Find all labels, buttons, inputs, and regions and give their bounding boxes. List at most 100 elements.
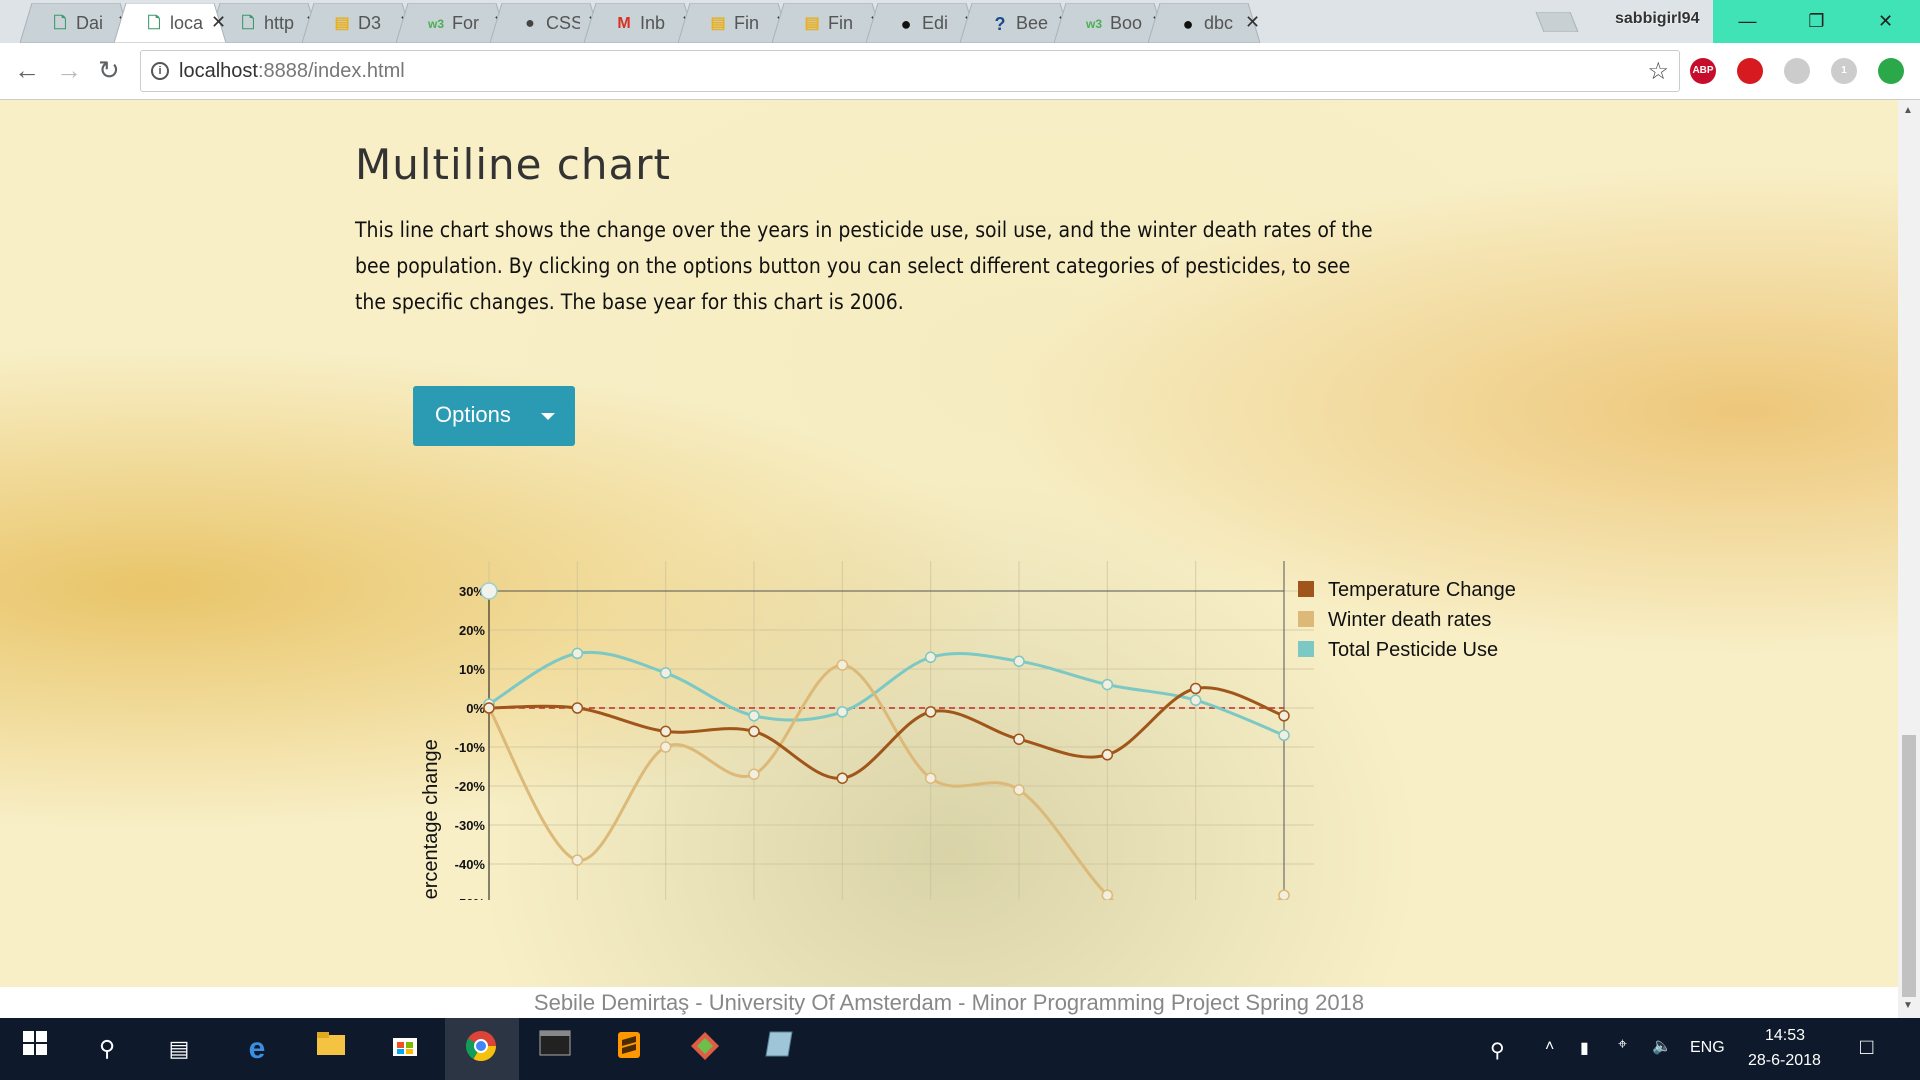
adblock-icon[interactable]: ABP <box>1690 58 1716 84</box>
reload-icon[interactable]: ↻ <box>98 55 120 86</box>
data-point[interactable] <box>748 710 760 722</box>
tab-title: loca <box>170 13 204 33</box>
data-point[interactable] <box>1101 889 1114 901</box>
legend-swatch <box>1298 581 1314 597</box>
notepad-icon[interactable] <box>760 1030 798 1068</box>
data-point[interactable] <box>748 725 760 738</box>
clock-date[interactable]: 28-6-2018 <box>1748 1052 1821 1070</box>
restore-button[interactable]: ❐ <box>1782 0 1851 43</box>
store-icon[interactable] <box>386 1030 424 1068</box>
data-point[interactable] <box>836 659 849 671</box>
y-tick-label: 10% <box>459 662 485 677</box>
forward-icon[interactable]: → <box>56 55 82 86</box>
data-point[interactable] <box>483 702 495 714</box>
caret-down-icon <box>541 413 555 420</box>
highlight-point[interactable] <box>480 582 498 600</box>
options-dropdown-button[interactable]: Options <box>413 386 575 446</box>
chart-description: This line chart shows the change over th… <box>355 218 1373 314</box>
notification-icon[interactable]: 1 <box>1831 58 1857 84</box>
data-point[interactable] <box>1101 749 1114 761</box>
shield-icon[interactable] <box>1737 58 1763 84</box>
data-point[interactable] <box>659 741 672 753</box>
back-icon[interactable]: ← <box>14 55 40 86</box>
data-point[interactable] <box>1189 682 1202 695</box>
browser-tab[interactable]: 🗋 loca ✕ <box>114 3 226 43</box>
series-line-0 <box>488 686 1285 780</box>
data-point[interactable] <box>659 725 672 738</box>
scroll-up-icon[interactable]: ▲ <box>1903 105 1913 116</box>
sublime-icon[interactable] <box>610 1030 648 1068</box>
w3-icon: w3 <box>427 17 444 31</box>
data-point[interactable] <box>1278 729 1290 742</box>
action-center-icon[interactable]: □ <box>1860 1034 1873 1060</box>
tab-title: Fin <box>828 13 854 33</box>
file-explorer-icon[interactable] <box>312 1030 350 1068</box>
start-windows-icon[interactable] <box>16 1030 54 1068</box>
tab-close-icon[interactable]: ✕ <box>1245 12 1260 33</box>
data-point[interactable] <box>836 706 849 718</box>
data-point[interactable] <box>1013 733 1025 745</box>
data-point[interactable] <box>1101 678 1114 691</box>
avatar-icon: ● <box>525 15 535 32</box>
y-tick-label: -20% <box>455 779 486 794</box>
tab-title: Edi <box>922 13 949 33</box>
tab-title: http <box>264 13 295 33</box>
data-point[interactable] <box>571 854 584 866</box>
data-point[interactable] <box>924 651 937 664</box>
legend-label: Temperature Change <box>1328 579 1516 601</box>
tray-chevron-icon[interactable]: ˄ <box>1545 1038 1554 1056</box>
data-point[interactable] <box>1278 710 1290 722</box>
doc-icon: 🗋 <box>53 15 67 32</box>
legend-label: Total Pesticide Use <box>1328 639 1498 661</box>
edge-icon[interactable]: e <box>238 1030 276 1068</box>
new-tab-button[interactable] <box>1530 11 1580 33</box>
page-title: Multiline chart <box>355 140 671 189</box>
volume-muted-icon[interactable]: 🔈 <box>1652 1036 1672 1056</box>
tab-close-icon[interactable]: ✕ <box>211 12 226 33</box>
url-text[interactable]: localhost:8888/index.html <box>179 60 405 83</box>
data-point[interactable] <box>571 647 584 660</box>
wifi-icon[interactable]: ⌖ <box>1618 1036 1627 1054</box>
chrome-icon[interactable] <box>462 1030 500 1068</box>
tab-title: Bee <box>1016 13 1049 33</box>
data-point[interactable] <box>659 667 672 679</box>
tab-title: dbc <box>1204 13 1234 33</box>
extension-icon[interactable] <box>1784 58 1810 84</box>
scrollbar-thumb[interactable] <box>1902 735 1916 997</box>
git-gui-icon[interactable] <box>686 1030 724 1068</box>
data-point[interactable] <box>1013 784 1025 796</box>
task-view-icon[interactable]: ▤ <box>160 1030 198 1068</box>
github-icon: ● <box>900 14 912 34</box>
y-tick-label: -40% <box>455 857 486 872</box>
people-icon[interactable]: ⚲ <box>1490 1038 1505 1063</box>
search-icon[interactable]: ⚲ <box>88 1030 126 1068</box>
options-label: Options <box>435 402 511 427</box>
data-point[interactable] <box>571 702 584 714</box>
info-icon[interactable]: i <box>151 62 169 80</box>
data-point[interactable] <box>924 706 937 718</box>
data-point[interactable] <box>1278 889 1290 901</box>
close-window-button[interactable]: ✕ <box>1851 0 1920 43</box>
data-point[interactable] <box>836 772 849 784</box>
profile-name[interactable]: sabbigirl94 <box>1615 10 1699 28</box>
minimize-button[interactable]: — <box>1713 0 1782 43</box>
tab-title: CSS <box>546 13 580 33</box>
data-point[interactable] <box>1189 694 1202 706</box>
folder-icon: ▤ <box>334 15 350 32</box>
language-indicator[interactable]: ENG <box>1690 1039 1725 1057</box>
browser-tab[interactable]: ● dbc ✕ <box>1148 3 1260 43</box>
series-line-1 <box>487 663 1285 971</box>
bookmark-star-icon[interactable]: ☆ <box>1647 57 1669 86</box>
address-bar[interactable]: i localhost:8888/index.html ☆ <box>140 50 1680 92</box>
battery-icon[interactable]: ▮ <box>1580 1038 1589 1058</box>
update-icon[interactable] <box>1878 58 1904 84</box>
scroll-down-icon[interactable]: ▼ <box>1903 1000 1913 1011</box>
terminal-icon[interactable] <box>536 1030 574 1068</box>
data-point[interactable] <box>1013 655 1025 667</box>
doc-icon: 🗋 <box>241 15 255 32</box>
vertical-scrollbar[interactable]: ▲ ▼ <box>1898 100 1920 1018</box>
data-point[interactable] <box>748 768 760 781</box>
chart-svg: 30%20%10%0%-10%-20%-30%-40%-50%-60%-70%2… <box>420 561 1516 987</box>
data-point[interactable] <box>924 772 937 784</box>
clock-time[interactable]: 14:53 <box>1765 1027 1805 1045</box>
